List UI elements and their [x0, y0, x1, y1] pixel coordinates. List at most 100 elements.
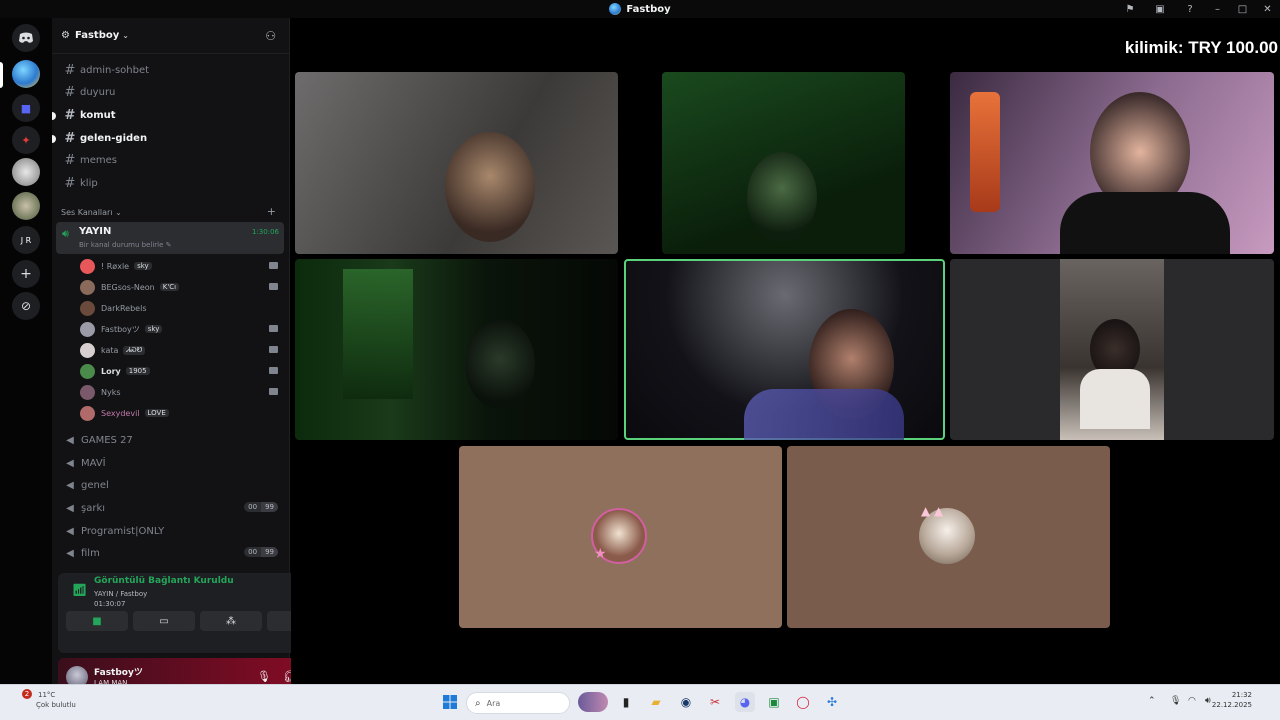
server-red-icon[interactable]: ✦ — [12, 126, 40, 154]
maximize-button[interactable]: □ — [1230, 0, 1255, 18]
green-app-icon[interactable]: ▣ — [764, 692, 784, 712]
voice-user[interactable]: Sexydevil LOVE — [80, 403, 284, 423]
microphone-icon[interactable]: 🎙︎ — [257, 670, 271, 683]
voice-channel-mavi[interactable]: ◀︎ MAVİ — [58, 453, 284, 473]
server-avatar-icon[interactable] — [12, 158, 40, 186]
taskbar-search[interactable]: ⌕ Ara — [466, 692, 570, 714]
microphone-tray-icon[interactable]: 🎙︎ — [1170, 696, 1181, 706]
chevron-up-icon[interactable]: ⌃ — [1148, 696, 1156, 706]
widget-game-icon[interactable] — [578, 692, 608, 712]
voice-user[interactable]: kata ᏗᏍᏬ — [80, 340, 284, 360]
search-icon: ⌕ — [475, 697, 481, 709]
start-icon[interactable] — [440, 692, 460, 712]
user-name[interactable]: Fastboyツ — [94, 665, 143, 678]
server-cat-icon[interactable] — [12, 192, 40, 220]
voice-channel-games[interactable]: ◀︎ GAMES 27 — [58, 430, 284, 450]
volume-icon[interactable]: 🔊︎ — [1205, 696, 1211, 706]
participant-shirt — [1060, 192, 1230, 254]
wifi-icon[interactable]: ◠ — [1188, 696, 1196, 706]
discord-taskbar-icon[interactable]: ◕ — [735, 692, 755, 712]
screen-share-button[interactable]: ▭ — [133, 611, 195, 631]
video-tile-avatar[interactable]: ★ — [459, 446, 782, 628]
weather-widget[interactable]: 11°C Çok bulutlu — [28, 690, 76, 710]
minimize-button[interactable]: – — [1205, 0, 1230, 18]
video-tile-avatar[interactable]: ▲ ▲ — [787, 446, 1110, 628]
guild-header[interactable]: ⚙ Fastboy ⌄ ⚇ — [52, 18, 290, 54]
voice-user[interactable]: BEGsos-Neon K'Cı — [80, 277, 284, 297]
channel-gelen-giden[interactable]: # gelen-giden — [52, 128, 284, 148]
file-explorer-icon[interactable]: ▰ — [646, 692, 666, 712]
camera-button[interactable]: ■ — [66, 611, 128, 631]
voice-channel-label: Programist|ONLY — [81, 525, 165, 537]
speaker-icon: ◀︎ — [66, 525, 74, 537]
video-tile[interactable] — [662, 72, 905, 254]
signal-icon[interactable]: 📶︎ — [72, 583, 87, 597]
snipping-tool-icon[interactable]: ✂ — [705, 692, 725, 712]
close-button[interactable]: ✕ — [1255, 0, 1280, 18]
video-tile[interactable] — [295, 72, 618, 254]
taskbar-clock[interactable]: 21:32 22.12.2025 — [1212, 690, 1252, 710]
participant-video — [747, 152, 817, 242]
stream-overlay-text: kilimik: TRY 100.00 — [1124, 38, 1278, 57]
channel-label: klip — [80, 177, 98, 189]
voice-user[interactable]: ! Røxle sky — [80, 256, 284, 276]
task-view-icon[interactable]: ▮ — [616, 692, 636, 712]
voice-user-name: Fastboyツ — [101, 324, 140, 334]
voice-user-name: BEGsos-Neon — [101, 282, 155, 292]
activities-button[interactable]: ⁂ — [200, 611, 262, 631]
voice-channel-yayin[interactable]: 🔊︎ YAYIN Bir kanal durumu belirle ✎ 1:30… — [56, 222, 284, 254]
voice-timer: 1:30:06 — [252, 228, 279, 236]
hash-icon: # — [64, 130, 76, 146]
voice-channel-genel[interactable]: ◀︎ genel — [58, 475, 284, 495]
plus-icon[interactable]: + — [12, 260, 40, 288]
star-icon: ★ — [594, 546, 607, 562]
connection-status[interactable]: Görüntülü Bağlantı Kuruldu — [94, 576, 234, 586]
voice-channel-sarki[interactable]: ◀︎ şarkı 00 99 — [58, 498, 284, 518]
camera-icon — [269, 325, 278, 332]
invite-icon[interactable]: ⚇ — [265, 29, 276, 43]
user-tag: LOVE — [144, 409, 169, 417]
video-stage: kilimik: TRY 100.00 ★ ▲ ▲ — [291, 18, 1280, 684]
voice-channel-label: film — [81, 547, 100, 559]
avatar — [80, 384, 95, 400]
connection-channel[interactable]: YAYIN / Fastboy — [94, 590, 147, 598]
server-group-icon[interactable]: J R — [12, 226, 40, 254]
voice-channel-film[interactable]: ◀︎ film 00 99 — [58, 543, 284, 563]
channel-admin-sohbet[interactable]: # admin-sohbet — [58, 60, 284, 80]
help-icon[interactable]: ? — [1175, 0, 1205, 18]
video-tile[interactable] — [950, 259, 1274, 440]
channel-memes[interactable]: # memes — [58, 150, 284, 170]
server-folder-icon[interactable]: ■ — [12, 94, 40, 122]
video-tile[interactable] — [295, 259, 618, 440]
voice-category[interactable]: Ses Kanalları ⌄ — [61, 208, 122, 217]
avatar — [80, 258, 95, 274]
voice-user[interactable]: Nyks — [80, 382, 284, 402]
voice-user[interactable]: Fastboyツ sky — [80, 319, 284, 339]
server-fastboy-icon[interactable] — [12, 60, 40, 88]
voice-user[interactable]: DarkRebels — [80, 298, 284, 318]
selected-server-pill — [0, 62, 3, 88]
video-tile[interactable] — [950, 72, 1274, 254]
steam-icon[interactable]: ◉ — [676, 692, 696, 712]
voice-channel-programist[interactable]: ◀︎ Programist|ONLY — [58, 521, 284, 541]
avatar — [80, 300, 95, 316]
channel-duyuru[interactable]: # duyuru — [58, 82, 284, 102]
inbox-flag-icon[interactable]: ⚑ — [1115, 0, 1145, 18]
compass-icon[interactable]: ⊘ — [12, 292, 40, 320]
voice-user[interactable]: Lory 1905 — [80, 361, 284, 381]
opera-icon[interactable]: ◯ — [793, 692, 813, 712]
participant-video — [465, 319, 535, 409]
channel-klip[interactable]: # klip — [58, 173, 284, 193]
speaker-icon: ◀︎ — [66, 547, 74, 559]
window-icon[interactable]: ▣ — [1145, 0, 1175, 18]
channel-komut[interactable]: # komut — [52, 105, 284, 125]
video-tile-speaking[interactable] — [624, 259, 945, 440]
add-channel-icon[interactable]: + — [267, 205, 276, 218]
voice-user-name: Sexydevil — [101, 408, 140, 418]
speaker-icon: ◀︎ — [66, 502, 74, 514]
channel-status[interactable]: Bir kanal durumu belirle ✎ — [79, 241, 172, 249]
voice-user-name: Nyks — [101, 387, 121, 397]
hash-icon: # — [64, 175, 76, 191]
discord-icon[interactable] — [12, 24, 40, 52]
network-app-icon[interactable]: ✣ — [822, 692, 842, 712]
